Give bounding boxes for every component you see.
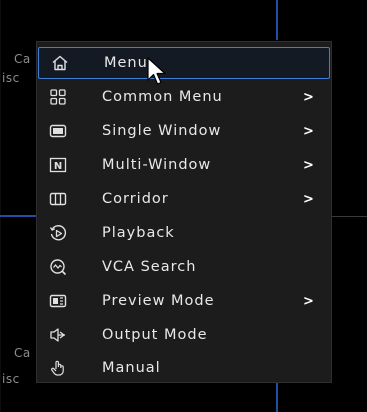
camera-status-fragment: isc — [2, 71, 20, 85]
camera-status-fragment: isc — [2, 372, 20, 386]
mouse-cursor-icon — [147, 57, 166, 85]
camera-label-fragment: Ca — [14, 346, 31, 360]
screen-edge — [0, 0, 1, 412]
menu-item-label: Single Window — [102, 123, 222, 139]
menu-item-label: Playback — [102, 225, 175, 241]
menu-item-multi-window[interactable]: N Multi-Window > — [37, 149, 331, 181]
menu-item-preview-mode[interactable]: Preview Mode > — [37, 285, 331, 317]
chevron-right-icon: > — [303, 191, 314, 207]
menu-item-label: Output Mode — [102, 327, 208, 343]
preview-mode-icon — [49, 292, 67, 310]
menu-item-playback[interactable]: Playback — [37, 217, 331, 249]
menu-item-corridor[interactable]: Corridor > — [37, 183, 331, 215]
menu-item-common-menu[interactable]: Common Menu > — [37, 81, 331, 113]
corridor-icon — [49, 190, 67, 208]
menu-item-single-window[interactable]: Single Window > — [37, 115, 331, 147]
menu-item-label: Multi-Window — [102, 157, 212, 173]
multi-window-icon: N — [49, 156, 67, 174]
output-mode-icon — [49, 326, 67, 344]
chevron-right-icon: > — [303, 293, 314, 309]
menu-item-output-mode[interactable]: Output Mode — [37, 319, 331, 351]
menu-item-label: Preview Mode — [102, 293, 215, 309]
vca-search-icon — [49, 258, 67, 276]
chevron-right-icon: > — [303, 123, 314, 139]
context-menu: Menu Common Menu > Single Window > N Mul… — [36, 41, 332, 383]
menu-item-menu[interactable]: Menu — [38, 47, 330, 79]
home-icon — [51, 54, 69, 72]
grid-divider-vertical-top — [276, 0, 278, 40]
grid-divider-horizontal-right — [332, 216, 367, 217]
playback-icon — [49, 224, 67, 242]
chevron-right-icon: > — [303, 89, 314, 105]
chevron-right-icon: > — [303, 157, 314, 173]
menu-item-manual[interactable]: Manual — [37, 352, 331, 384]
menu-item-label: Common Menu — [102, 89, 223, 105]
single-window-icon — [49, 122, 67, 140]
menu-item-label: Manual — [102, 360, 161, 376]
menu-item-vca-search[interactable]: VCA Search — [37, 251, 331, 283]
camera-label-fragment: Ca — [14, 52, 31, 66]
grid-divider-horizontal-left — [0, 215, 36, 217]
menu-item-label: Menu — [104, 55, 148, 71]
grid-four-icon — [49, 88, 67, 106]
manual-hand-icon — [49, 359, 67, 377]
menu-item-label: VCA Search — [102, 259, 197, 275]
svg-text:N: N — [54, 161, 62, 172]
menu-item-label: Corridor — [102, 191, 169, 207]
